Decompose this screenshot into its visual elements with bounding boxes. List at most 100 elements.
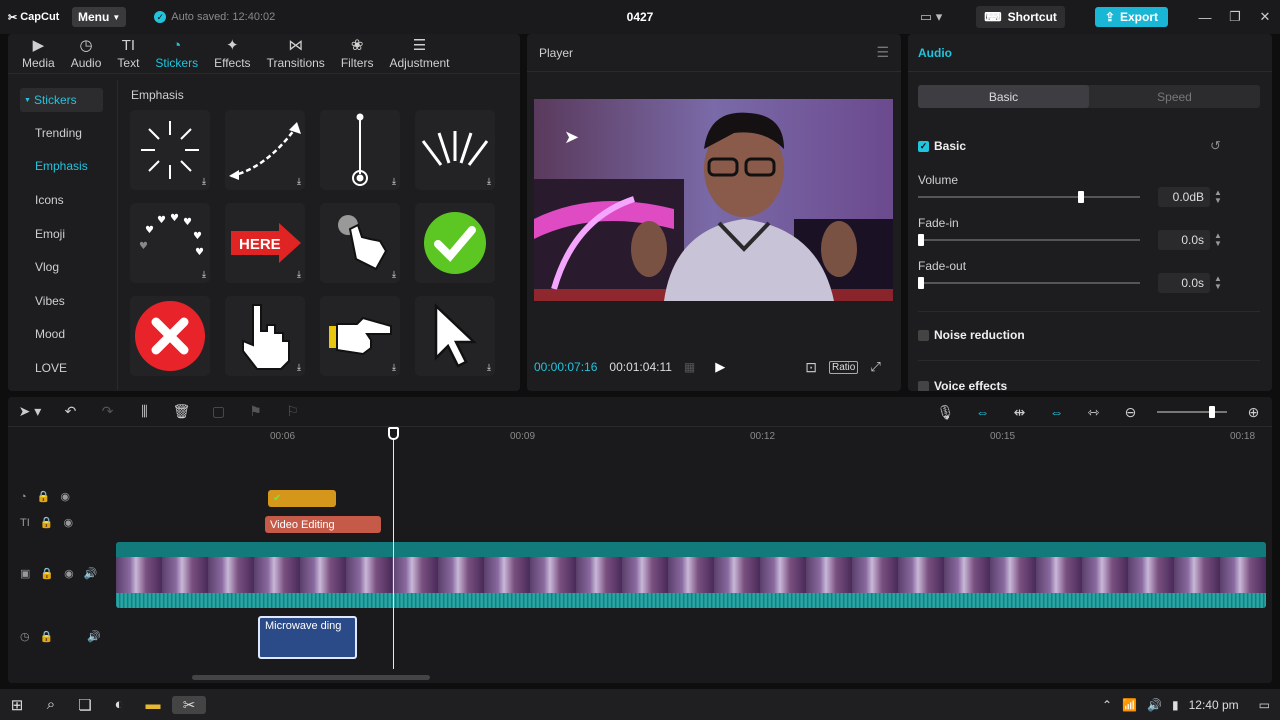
playhead-handle[interactable] xyxy=(388,427,399,440)
microphone-icon[interactable]: 🎙 xyxy=(927,404,964,421)
zoom-in-icon[interactable]: ⊕ xyxy=(1235,404,1272,421)
download-icon[interactable]: ⤓ xyxy=(487,176,491,187)
undo-icon[interactable]: ↶ xyxy=(52,403,89,420)
clock[interactable]: 12:40 pm xyxy=(1189,698,1239,712)
tab-media[interactable]: ▶ Media xyxy=(14,34,63,73)
file-explorer-icon[interactable]: ▬ xyxy=(136,696,170,713)
fullscreen-icon[interactable]: ⤢ xyxy=(870,359,880,375)
ratio-button[interactable]: Ratio xyxy=(829,360,859,374)
text-clip[interactable]: Video Editing xyxy=(265,516,381,533)
pointing-hand-sticker[interactable]: ⤓ xyxy=(320,296,400,376)
nav-item-mood[interactable]: Mood xyxy=(8,318,117,352)
sticker-clip[interactable]: ✔ xyxy=(268,490,336,507)
network-icon[interactable]: 📶 xyxy=(1122,698,1137,712)
noise-reduction-checkbox[interactable] xyxy=(918,329,929,341)
marker-icon[interactable]: ⚐ xyxy=(274,403,311,420)
player-menu-icon[interactable]: ☰ xyxy=(876,44,889,61)
download-icon[interactable]: ⤓ xyxy=(392,362,396,373)
fadeout-slider-knob[interactable] xyxy=(918,277,924,289)
windows-start-icon[interactable]: ⊞ xyxy=(0,696,34,714)
zoom-slider-knob[interactable] xyxy=(1209,406,1216,418)
burst-arrows-sticker[interactable]: ⤓ xyxy=(130,110,210,190)
audio-clip[interactable]: Microwave ding xyxy=(258,616,357,659)
volume-slider-knob[interactable] xyxy=(1077,191,1084,203)
voice-effects-checkbox[interactable] xyxy=(918,380,929,391)
zoom-out-icon[interactable]: ⊖ xyxy=(1112,404,1149,421)
lock-icon[interactable]: 🔒 xyxy=(37,490,51,503)
tab-transitions[interactable]: ⋈ Transitions xyxy=(259,34,333,73)
timeline-grid-icon[interactable]: ▦ xyxy=(684,360,695,374)
fadeout-slider[interactable] xyxy=(918,277,1140,289)
nav-item-vibes[interactable]: Vibes xyxy=(8,284,117,318)
eye-icon[interactable]: ◉ xyxy=(63,516,73,529)
tab-adjustment[interactable]: ☰ Adjustment xyxy=(381,34,457,73)
maximize-icon[interactable]: ❐ xyxy=(1220,9,1250,25)
download-icon[interactable]: ⤓ xyxy=(202,269,206,280)
nav-item-vlog[interactable]: Vlog xyxy=(8,250,117,284)
redo-icon[interactable]: ↷ xyxy=(89,403,126,420)
download-icon[interactable]: ⤓ xyxy=(392,269,396,280)
tab-speed[interactable]: Speed xyxy=(1089,85,1260,108)
eye-icon[interactable]: ◉ xyxy=(64,567,74,580)
video-preview[interactable]: ➤ xyxy=(534,99,893,301)
fit-view-icon[interactable]: ⊡ xyxy=(805,359,817,376)
red-x-sticker[interactable] xyxy=(130,296,210,376)
search-icon[interactable]: ⌕ xyxy=(34,696,68,713)
speaker-icon[interactable]: 🔊 xyxy=(84,567,98,580)
play-icon[interactable]: ▶ xyxy=(715,359,725,375)
tab-effects[interactable]: ✦ Effects xyxy=(206,34,258,73)
shortcut-button[interactable]: ⌨ Shortcut xyxy=(976,6,1065,28)
app-icon[interactable]: ◐ xyxy=(102,696,136,713)
reset-icon[interactable]: ↺ xyxy=(1210,138,1221,154)
download-icon[interactable]: ⤓ xyxy=(487,362,491,373)
tab-text[interactable]: TI Text xyxy=(109,34,147,73)
download-icon[interactable]: ⤓ xyxy=(297,176,301,187)
zoom-slider[interactable] xyxy=(1157,406,1227,418)
hearts-arc-sticker[interactable]: ♥ ♥ ♥ ♥ ♥ ♥ ♥ ⤓ xyxy=(130,203,210,283)
main-video-clip[interactable] xyxy=(116,542,1266,608)
volume-icon[interactable]: 🔊 xyxy=(1147,698,1162,712)
tab-filters[interactable]: ❀ Filters xyxy=(333,34,382,73)
battery-icon[interactable]: ▮ xyxy=(1172,698,1179,712)
tab-audio[interactable]: ◷ Audio xyxy=(63,34,110,73)
tab-stickers[interactable]: ◔ Stickers xyxy=(147,34,206,73)
nav-item-love[interactable]: LOVE xyxy=(8,351,117,385)
minimize-icon[interactable]: — xyxy=(1190,10,1220,25)
fadein-slider[interactable] xyxy=(918,234,1140,246)
noise-reduction-row[interactable]: Noise reduction xyxy=(918,328,1025,342)
nav-item-emphasis[interactable]: Emphasis xyxy=(8,150,117,184)
crop-icon[interactable]: ▢ xyxy=(200,403,237,420)
select-tool-icon[interactable]: ➤ ▾ xyxy=(8,403,52,420)
lock-icon[interactable]: 🔒 xyxy=(40,630,54,643)
pin-line-sticker[interactable]: ⤓ xyxy=(320,110,400,190)
timeline-ruler[interactable]: 00:06 00:09 00:12 00:15 00:18 xyxy=(116,427,1272,445)
delete-icon[interactable]: 🗑 xyxy=(163,403,200,420)
splash-arrows-sticker[interactable]: ⤓ xyxy=(415,110,495,190)
download-icon[interactable]: ⤓ xyxy=(392,176,396,187)
task-view-icon[interactable]: ❏ xyxy=(68,696,102,714)
basic-toggle-row[interactable]: ✓ Basic xyxy=(918,139,966,153)
layout-icon[interactable]: ▭ ▾ xyxy=(920,9,942,25)
fadeout-value-input[interactable]: 0.0s xyxy=(1158,273,1210,293)
download-icon[interactable]: ⤓ xyxy=(297,269,301,280)
linkage-icon[interactable]: ⇔ xyxy=(1038,404,1075,420)
chevron-up-icon[interactable]: ⌃ xyxy=(1102,698,1112,712)
nav-item-emoji[interactable]: Emoji xyxy=(8,217,117,251)
fadein-stepper[interactable]: ▲ ▼ xyxy=(1212,230,1224,250)
lock-icon[interactable]: 🔒 xyxy=(40,567,54,580)
main-track-magnet-icon[interactable]: ⇔ xyxy=(964,404,1001,420)
cursor-arrow-sticker[interactable]: ⤓ xyxy=(415,296,495,376)
volume-slider[interactable] xyxy=(918,191,1140,203)
fadein-value-input[interactable]: 0.0s xyxy=(1158,230,1210,250)
curved-arrow-sticker[interactable]: ⤓ xyxy=(225,110,305,190)
timeline-scrollbar[interactable] xyxy=(192,675,430,680)
export-button[interactable]: ⇪ Export xyxy=(1094,7,1168,27)
basic-checkbox[interactable]: ✓ xyxy=(918,140,929,152)
close-icon[interactable]: ✕ xyxy=(1250,9,1280,25)
download-icon[interactable]: ⤓ xyxy=(297,362,301,373)
nav-item-icons[interactable]: Icons xyxy=(8,183,117,217)
tab-basic[interactable]: Basic xyxy=(918,85,1089,108)
notification-icon[interactable]: ▭ xyxy=(1259,698,1270,712)
split-icon[interactable]: ⫼ xyxy=(126,403,163,420)
volume-value-input[interactable]: 0.0dB xyxy=(1158,187,1210,207)
